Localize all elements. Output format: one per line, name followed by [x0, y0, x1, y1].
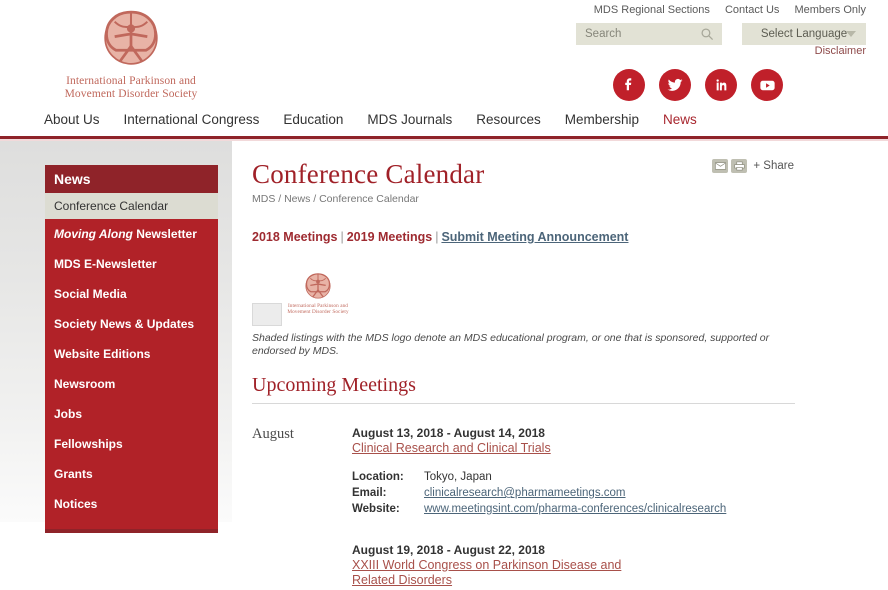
event-detail-value: Tokyo, Japan: [424, 471, 492, 483]
year-links-separator-1: |: [340, 230, 344, 244]
sidebar-item-notices[interactable]: Notices: [45, 489, 218, 519]
page-body: News Conference Calendar Moving Along Ne…: [0, 141, 888, 590]
nav-item-international-congress[interactable]: International Congress: [124, 112, 260, 127]
sidebar-item-grants[interactable]: Grants: [45, 459, 218, 489]
event-name[interactable]: XXIII World Congress on Parkinson Diseas…: [352, 558, 652, 588]
event-detail-value: www.meetingsint.com/pharma-conferences/c…: [424, 501, 726, 517]
utility-links: MDS Regional Sections Contact Us Members…: [582, 4, 866, 16]
month-events: August 13, 2018 - August 14, 2018 Clinic…: [352, 425, 812, 588]
sidebar-heading: News: [45, 165, 218, 193]
sidebar-item-label: Newsroom: [54, 377, 116, 391]
event-email-link[interactable]: clinicalresearch@pharmameetings.com: [424, 487, 626, 499]
event-website-link[interactable]: www.meetingsint.com/pharma-conferences/c…: [424, 503, 726, 515]
disclaimer-link[interactable]: Disclaimer: [815, 45, 866, 57]
event-item: August 13, 2018 - August 14, 2018 Clinic…: [352, 425, 812, 517]
event-detail-location: Location: Tokyo, Japan: [352, 469, 812, 485]
sidebar-item-label-italic: Moving Along: [54, 227, 133, 241]
language-select[interactable]: Select Language: [742, 23, 866, 45]
sidebar-item-mds-e-newsletter[interactable]: MDS E-Newsletter: [45, 249, 218, 279]
search-input[interactable]: [576, 23, 699, 45]
email-icon[interactable]: [712, 159, 729, 173]
page-header: International Parkinson and Movement Dis…: [0, 0, 888, 141]
search-and-language: Select Language: [576, 23, 866, 45]
year-links: 2018 Meetings | 2019 Meetings | Submit Meeti…: [252, 230, 812, 244]
nav-item-mds-journals[interactable]: MDS Journals: [367, 112, 452, 127]
link-2018-meetings[interactable]: 2018 Meetings: [252, 230, 337, 244]
sidebar-item-label: MDS E-Newsletter: [54, 257, 157, 271]
section-title-upcoming-meetings: Upcoming Meetings: [252, 374, 795, 404]
util-link-members-only[interactable]: Members Only: [794, 4, 866, 16]
facebook-icon[interactable]: [613, 69, 645, 101]
sidebar-item-label: Newsletter: [132, 227, 197, 241]
site-logo[interactable]: International Parkinson and Movement Dis…: [46, 4, 216, 101]
twitter-icon[interactable]: [659, 69, 691, 101]
chevron-down-icon: [846, 31, 856, 37]
search-icon[interactable]: [700, 27, 714, 41]
language-select-label: Select Language: [760, 28, 848, 40]
print-icon[interactable]: [731, 159, 748, 173]
nav-item-news[interactable]: News: [663, 112, 697, 127]
sidebar: News Conference Calendar Moving Along Ne…: [45, 165, 218, 533]
link-2019-meetings[interactable]: 2019 Meetings: [347, 230, 432, 244]
event-item: August 19, 2018 - August 22, 2018 XXIII …: [352, 542, 812, 588]
event-dates: August 19, 2018 - August 22, 2018: [352, 543, 545, 557]
util-link-regional-sections[interactable]: MDS Regional Sections: [594, 4, 710, 16]
legend-mds-logo: International Parkinson and Movement Dis…: [282, 270, 354, 315]
legend-note: Shaded listings with the MDS logo denote…: [252, 332, 770, 357]
event-detail-value: clinicalresearch@pharmameetings.com: [424, 485, 626, 501]
main-navigation: About Us International Congress Educatio…: [44, 112, 697, 127]
sidebar-item-label: Social Media: [54, 287, 127, 301]
youtube-icon[interactable]: [751, 69, 783, 101]
nav-item-resources[interactable]: Resources: [476, 112, 541, 127]
link-submit-meeting-announcement[interactable]: Submit Meeting Announcement: [441, 230, 628, 244]
sidebar-item-conference-calendar[interactable]: Conference Calendar: [45, 193, 218, 219]
shaded-listing-legend: International Parkinson and Movement Dis…: [252, 270, 812, 357]
legend-logo-text: International Parkinson and Movement Dis…: [282, 303, 354, 315]
sidebar-item-jobs[interactable]: Jobs: [45, 399, 218, 429]
event-name[interactable]: Clinical Research and Clinical Trials: [352, 441, 652, 456]
sidebar-item-moving-along-newsletter[interactable]: Moving Along Newsletter: [45, 219, 218, 249]
sidebar-item-label: Society News & Updates: [54, 317, 195, 331]
event-detail-key: Website:: [352, 503, 400, 515]
month-label: August: [252, 426, 294, 442]
event-detail-website: Website: www.meetingsint.com/pharma-conf…: [352, 501, 812, 517]
linkedin-icon[interactable]: [705, 69, 737, 101]
sidebar-item-label: Conference Calendar: [54, 199, 169, 213]
sidebar-item-social-media[interactable]: Social Media: [45, 279, 218, 309]
main-content: + Share Conference Calendar MDS / News /…: [252, 141, 812, 588]
sidebar-item-label: Grants: [54, 467, 93, 481]
sidebar-item-website-editions[interactable]: Website Editions: [45, 339, 218, 369]
sidebar-item-label: Website Editions: [54, 347, 151, 361]
mds-logo-icon: [104, 10, 158, 65]
mds-logo-icon-small: [305, 273, 331, 299]
month-group-august: August August 13, 2018 - August 14, 2018…: [252, 425, 812, 588]
sidebar-item-newsroom[interactable]: Newsroom: [45, 369, 218, 399]
util-link-contact-us[interactable]: Contact Us: [725, 4, 779, 16]
nav-item-education[interactable]: Education: [283, 112, 343, 127]
legend-shade-swatch: [252, 303, 282, 326]
sidebar-item-label: Jobs: [54, 407, 83, 421]
nav-item-about-us[interactable]: About Us: [44, 112, 100, 127]
breadcrumb: MDS / News / Conference Calendar: [252, 193, 419, 205]
logo-text: International Parkinson and Movement Dis…: [46, 75, 216, 101]
legend-logo-text-line2: Movement Disorder Society: [287, 309, 349, 316]
logo-text-line1: International Parkinson and: [66, 75, 196, 87]
nav-item-membership[interactable]: Membership: [565, 112, 639, 127]
social-links: [613, 69, 783, 101]
sidebar-item-label: Fellowships: [54, 437, 123, 451]
event-dates: August 13, 2018 - August 14, 2018: [352, 426, 545, 440]
sidebar-item-fellowships[interactable]: Fellowships: [45, 429, 218, 459]
logo-text-line2: Movement Disorder Society: [64, 88, 198, 100]
event-details: Location: Tokyo, Japan Email: clinicalre…: [352, 469, 812, 517]
event-detail-key: Email:: [352, 487, 387, 499]
event-detail-key: Location:: [352, 471, 404, 483]
sidebar-item-label: Notices: [54, 497, 98, 511]
year-links-separator-2: |: [435, 230, 439, 244]
search-box[interactable]: [576, 23, 722, 45]
share-group: + Share: [712, 159, 794, 173]
sidebar-item-society-news-updates[interactable]: Society News & Updates: [45, 309, 218, 339]
share-label[interactable]: + Share: [753, 160, 794, 172]
event-detail-email: Email: clinicalresearch@pharmameetings.c…: [352, 485, 812, 501]
